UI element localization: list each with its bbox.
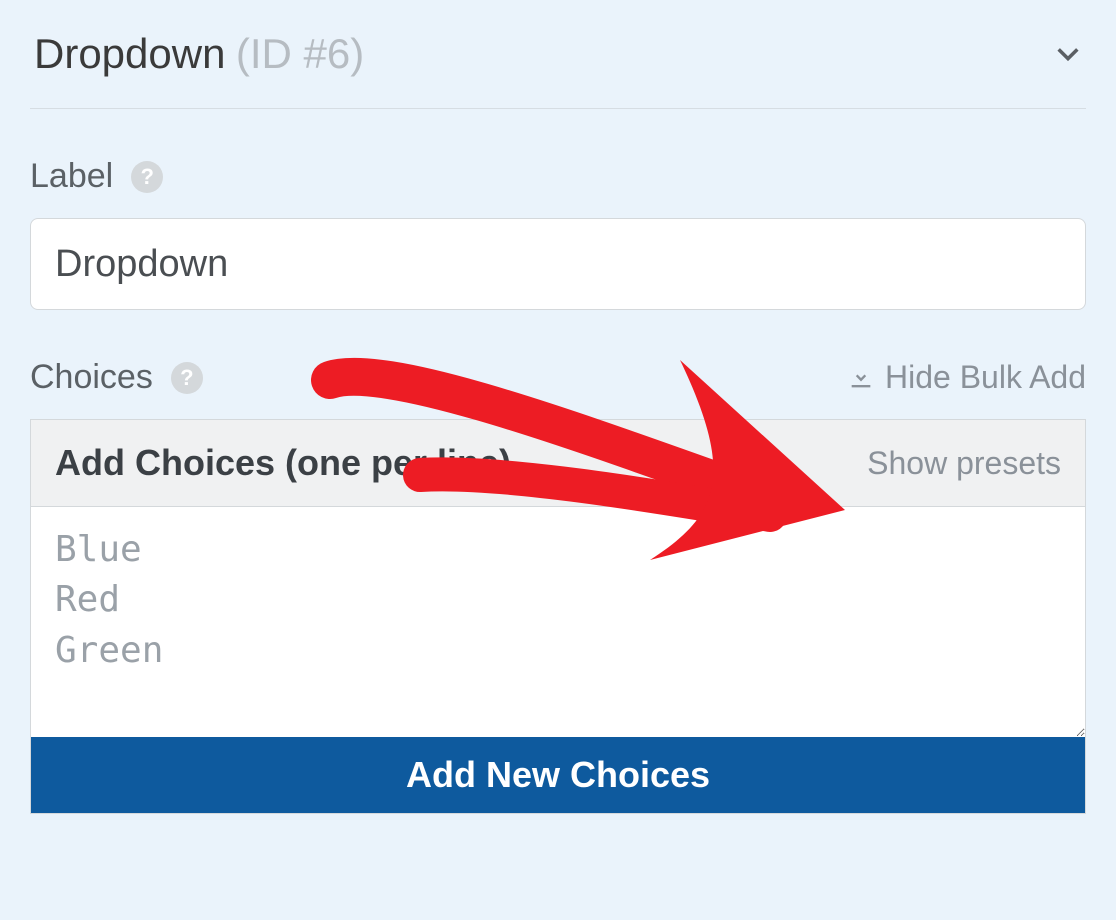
- help-icon[interactable]: ?: [131, 161, 163, 193]
- choices-box-header: Add Choices (one per line) Show presets: [31, 420, 1085, 507]
- add-choices-heading: Add Choices (one per line): [55, 442, 511, 484]
- choices-section: Choices ? Hide Bulk Add Add Choices (one…: [30, 358, 1086, 814]
- field-header[interactable]: Dropdown (ID #6): [30, 20, 1086, 109]
- chevron-down-icon[interactable]: [1054, 40, 1082, 68]
- label-section-title: Label: [30, 157, 113, 196]
- field-id-label: (ID #6): [236, 30, 364, 77]
- label-section: Label ?: [30, 157, 1086, 310]
- show-presets-link[interactable]: Show presets: [867, 445, 1061, 482]
- choices-textarea-wrap: Blue Red Green: [31, 507, 1085, 737]
- label-input[interactable]: [30, 218, 1086, 310]
- choices-textarea[interactable]: [31, 507, 1085, 737]
- choices-box: Add Choices (one per line) Show presets …: [30, 419, 1086, 814]
- choices-section-title: Choices: [30, 358, 153, 397]
- help-icon[interactable]: ?: [171, 362, 203, 394]
- field-settings-panel: Dropdown (ID #6) Label ? Choices ?: [0, 0, 1116, 814]
- download-icon: [847, 364, 875, 392]
- hide-bulk-add-toggle[interactable]: Hide Bulk Add: [847, 359, 1086, 396]
- add-new-choices-button[interactable]: Add New Choices: [31, 737, 1085, 813]
- bulk-toggle-label: Hide Bulk Add: [885, 359, 1086, 396]
- field-title: Dropdown: [34, 30, 225, 77]
- field-title-wrap: Dropdown (ID #6): [34, 30, 364, 78]
